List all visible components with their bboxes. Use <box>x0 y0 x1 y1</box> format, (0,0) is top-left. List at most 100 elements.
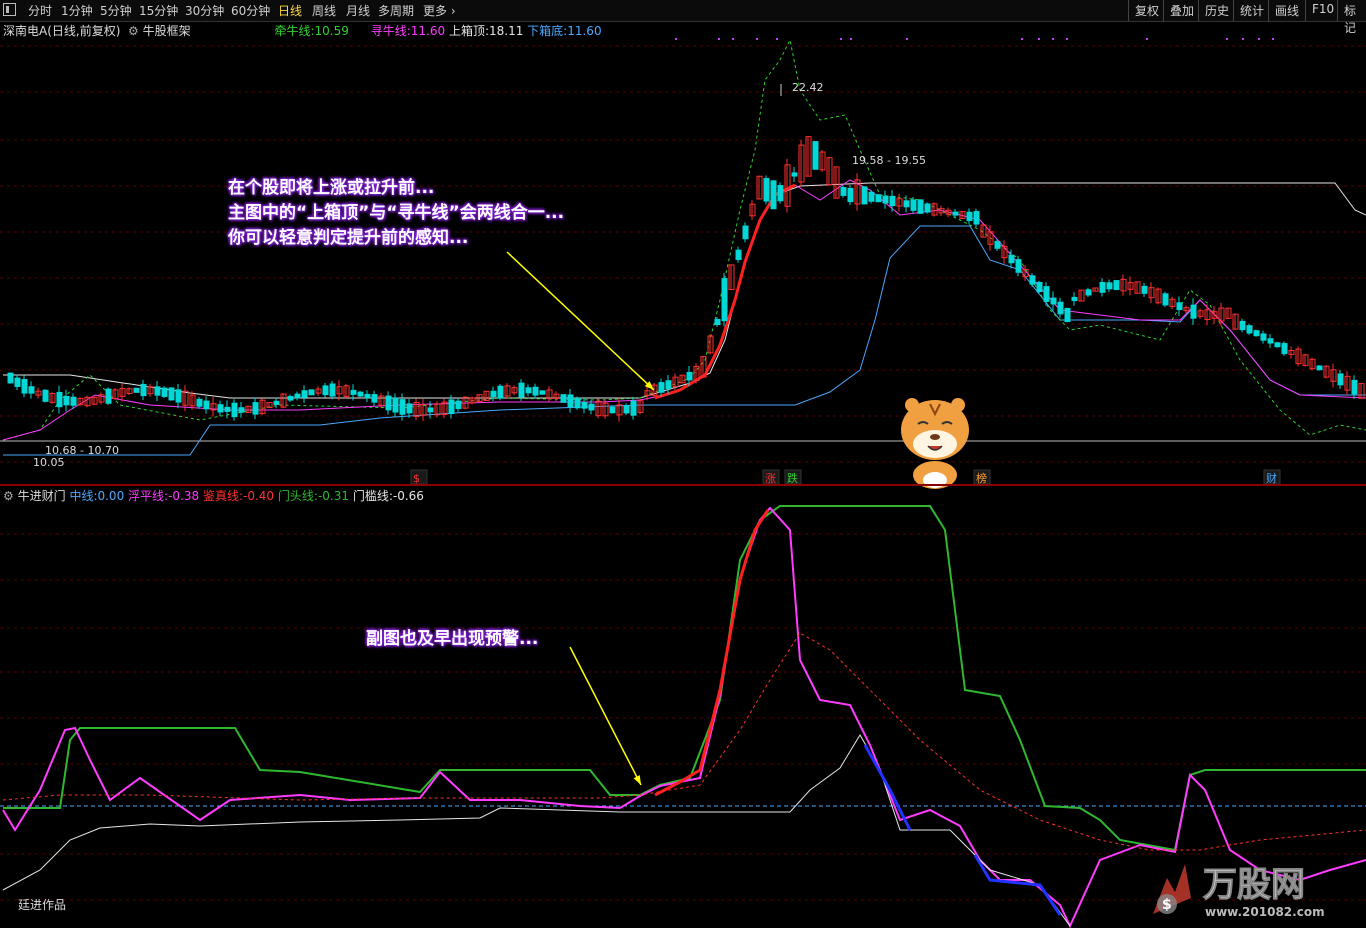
legend-zhongxian-value: 0.00 <box>97 489 125 503</box>
candle-body <box>364 393 371 399</box>
candle-body <box>1274 342 1281 348</box>
candle-body <box>910 199 917 211</box>
stock-title[interactable]: 深南电A(日线,前复权) <box>3 24 120 38</box>
sub-legend: ⚙ 牛进财门 中线:0.00 浮平线:-0.38 鉴真线:-0.40 门头线:-… <box>3 487 424 504</box>
candle-body <box>532 386 539 396</box>
candle-body <box>322 385 329 396</box>
sub-annotation-line: 副图也及早出现预警... <box>366 629 539 649</box>
main-annotation: 在个股即将上涨或拉升前... 主图中的“上箱顶”与“寻牛线”会两线合一... 你… <box>228 176 564 251</box>
main-annotation-line: 你可以轻意判定提升前的感知... <box>228 228 469 248</box>
sub-indicator-name[interactable]: 牛进财门 <box>18 489 66 503</box>
candle-body <box>581 401 588 409</box>
candle-body <box>840 187 847 196</box>
candle-body <box>1029 275 1036 285</box>
pane-divider[interactable] <box>0 484 1366 486</box>
candle-body <box>1064 307 1071 323</box>
watermark-title: 万股网 <box>1203 865 1305 905</box>
settings-gear-icon[interactable]: ⚙ <box>124 24 139 38</box>
signal-dot <box>850 38 852 40</box>
candle-body <box>917 199 924 214</box>
legend-boxtop-label: 上箱顶: <box>448 24 489 38</box>
candle-body <box>658 382 665 393</box>
candle-body <box>973 211 980 225</box>
candle-body <box>539 390 546 395</box>
candle-body <box>455 400 462 410</box>
candle-body <box>966 211 973 222</box>
box-high-label: 19.58 - 19.55 <box>852 154 926 167</box>
candle-body <box>42 389 49 402</box>
candle-body <box>1085 289 1092 296</box>
candle-body <box>1141 285 1148 294</box>
main-annotation-line: 在个股即将上涨或拉升前... <box>228 178 435 198</box>
menkan-blue-line-2 <box>973 854 1062 916</box>
main-indicator-name[interactable]: 牛股框架 <box>143 24 191 38</box>
sub-annotation: 副图也及早出现预警... <box>366 627 538 652</box>
candle-body <box>1260 333 1267 341</box>
candle-body <box>714 318 721 326</box>
signal-dot <box>840 38 842 40</box>
xunniu-tail-line <box>794 179 1366 399</box>
candle-body <box>861 186 868 205</box>
event-marker: 财 <box>1266 471 1277 485</box>
legend-mentou-label: 门头线: <box>277 489 318 503</box>
candle-body <box>168 387 175 401</box>
signal-dot <box>1272 38 1274 40</box>
candle-body <box>490 390 497 397</box>
candle-body <box>217 404 224 413</box>
candle-body <box>273 400 280 405</box>
signal-dot <box>718 38 720 40</box>
candle-body <box>399 399 406 415</box>
candle-body <box>427 407 434 413</box>
candle-body <box>994 241 1001 249</box>
candle-body <box>371 394 378 403</box>
sub-arrow <box>569 646 642 786</box>
high-price-label: 22.42 <box>792 81 824 94</box>
legend-fuping-label: 浮平线: <box>128 489 169 503</box>
candle-body <box>133 387 140 393</box>
legend-menkan-label: 门槛线: <box>352 489 393 503</box>
signal-dot <box>1146 38 1148 40</box>
signal-dot <box>1258 38 1260 40</box>
candle-body <box>154 386 161 396</box>
candle-body <box>609 406 616 414</box>
legend-xunniu-label: 寻牛线: <box>370 24 411 38</box>
candle-body <box>882 195 889 204</box>
candle-body <box>1057 301 1064 315</box>
candle-body <box>903 200 910 208</box>
sub-settings-gear-icon[interactable]: ⚙ <box>3 489 14 503</box>
watermark-url: www.201082.com <box>1205 905 1325 919</box>
candle-body <box>1316 365 1323 371</box>
box-top-line <box>3 182 1366 399</box>
candle-body <box>1190 304 1197 319</box>
candle-body <box>301 390 308 398</box>
candle-body <box>7 372 14 384</box>
candle-body <box>294 393 301 399</box>
candle-body <box>70 396 77 406</box>
candle-body <box>560 394 567 403</box>
signal-dot <box>732 38 734 40</box>
lower-box-line <box>3 225 1366 456</box>
candle-body <box>735 249 742 260</box>
candle-body <box>1176 302 1183 311</box>
wangu-logo-watermark: $ 万股网 www.201082.com <box>1153 864 1325 919</box>
candle-body <box>203 400 210 410</box>
candle-body <box>763 178 770 202</box>
menkan-blue-line <box>863 744 912 831</box>
svg-text:$: $ <box>1162 897 1172 913</box>
candle-body <box>406 403 413 414</box>
mentou-line <box>3 505 1366 852</box>
legend-jianzhen-label: 鉴真线: <box>202 489 244 503</box>
candle-body <box>1162 293 1169 306</box>
jianzhen-red-line <box>654 509 770 797</box>
signal-dot <box>1021 38 1023 40</box>
sub-arrow-head <box>633 775 641 785</box>
main-legend: 深南电A(日线,前复权) ⚙ 牛股框架 牵牛线:10.59 寻牛线:11.60 … <box>3 22 602 39</box>
candle-body <box>392 397 399 413</box>
candle-body <box>252 402 259 415</box>
candle-body <box>1036 281 1043 293</box>
legend-fuping-value: -0.38 <box>168 489 200 503</box>
legend-boxbottom-label: 下箱底: <box>527 24 568 38</box>
signal-dot <box>1052 38 1054 40</box>
candle-body <box>623 405 630 414</box>
author-label: 廷进作品 <box>18 898 67 912</box>
